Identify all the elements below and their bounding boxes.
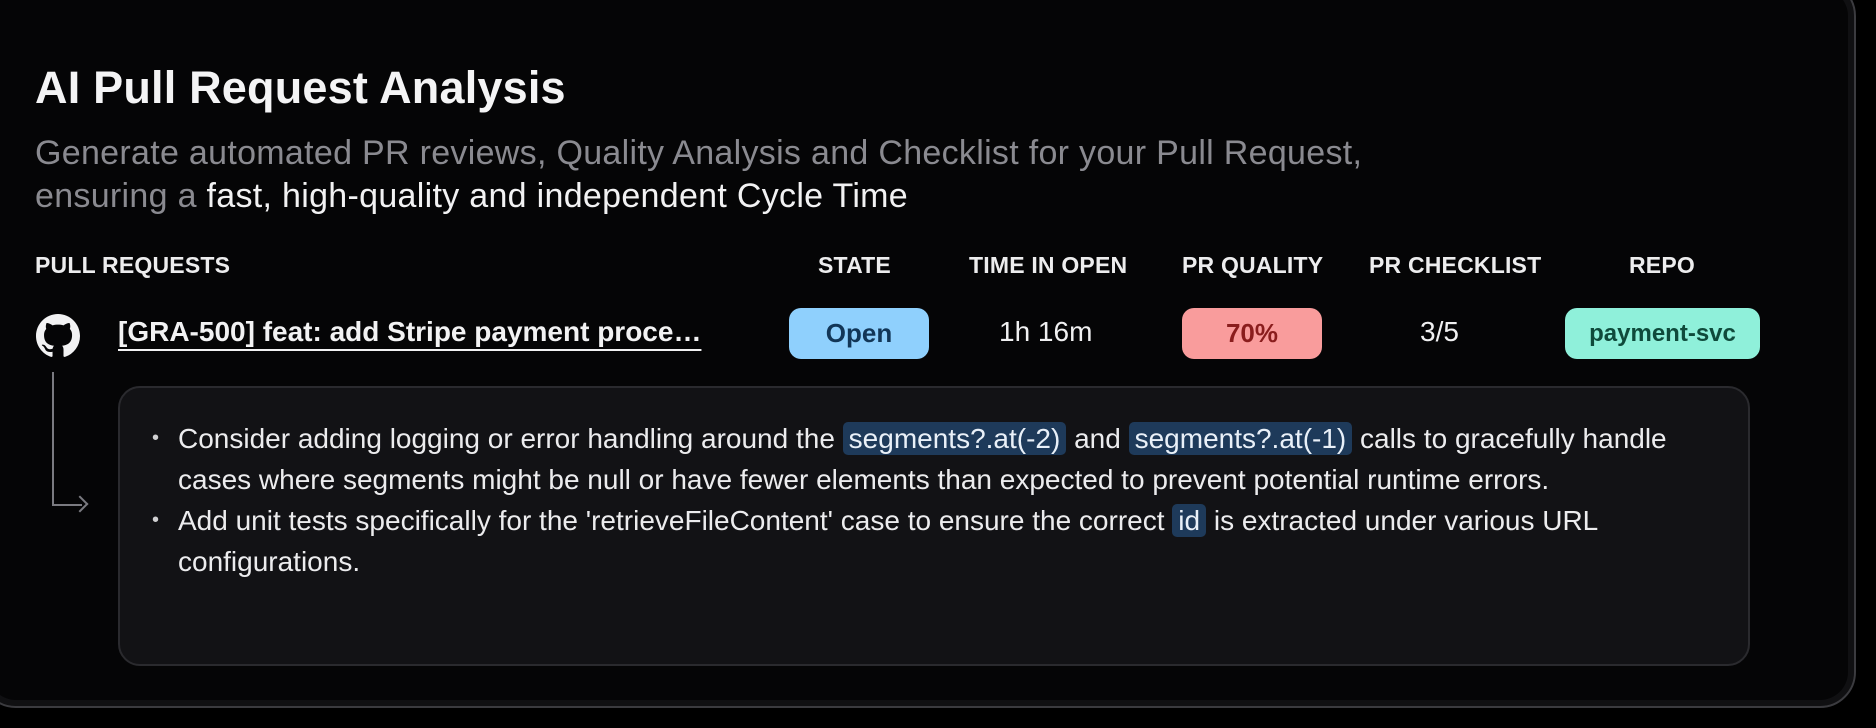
page-title: AI Pull Request Analysis: [35, 62, 566, 113]
github-icon: [36, 314, 80, 358]
subtitle-line2-prefix: ensuring a: [35, 177, 207, 215]
pr-quality-badge: 70%: [1182, 308, 1322, 359]
subtitle-line1: Generate automated PR reviews, Quality A…: [35, 134, 1363, 172]
connector-line: [52, 372, 54, 506]
list-item: Consider adding logging or error handlin…: [150, 418, 1730, 500]
state-badge: Open: [789, 308, 929, 359]
subtitle-emphasis: fast, high-quality and independent Cycle…: [206, 177, 908, 215]
time-in-open-value: 1h 16m: [999, 316, 1093, 347]
code-snippet: segments?.at(-1): [1128, 422, 1353, 455]
suggestion-text: Consider adding logging or error handlin…: [178, 423, 843, 454]
suggestion-text: Add unit tests specifically for the 'ret…: [178, 505, 1173, 536]
header-pull-requests: PULL REQUESTS: [35, 252, 231, 278]
header-state: STATE: [818, 252, 891, 278]
code-snippet: id: [1172, 504, 1207, 537]
suggestion-text: and: [1066, 423, 1129, 454]
page-subtitle: Generate automated PR reviews, Quality A…: [35, 132, 1595, 218]
pr-title-link[interactable]: [GRA-500] feat: add Stripe payment proce…: [118, 316, 701, 348]
header-time-in-open: TIME IN OPEN: [969, 252, 1128, 278]
header-pr-checklist: PR CHECKLIST: [1369, 252, 1542, 278]
header-pr-quality: PR QUALITY: [1182, 252, 1324, 278]
repo-badge[interactable]: payment-svc: [1565, 308, 1760, 359]
header-repo: REPO: [1629, 252, 1695, 278]
list-item: Add unit tests specifically for the 'ret…: [150, 500, 1730, 582]
code-snippet: segments?.at(-2): [842, 422, 1067, 455]
suggestions-list: Consider adding logging or error handlin…: [150, 418, 1730, 582]
pr-checklist-value: 3/5: [1420, 316, 1459, 347]
